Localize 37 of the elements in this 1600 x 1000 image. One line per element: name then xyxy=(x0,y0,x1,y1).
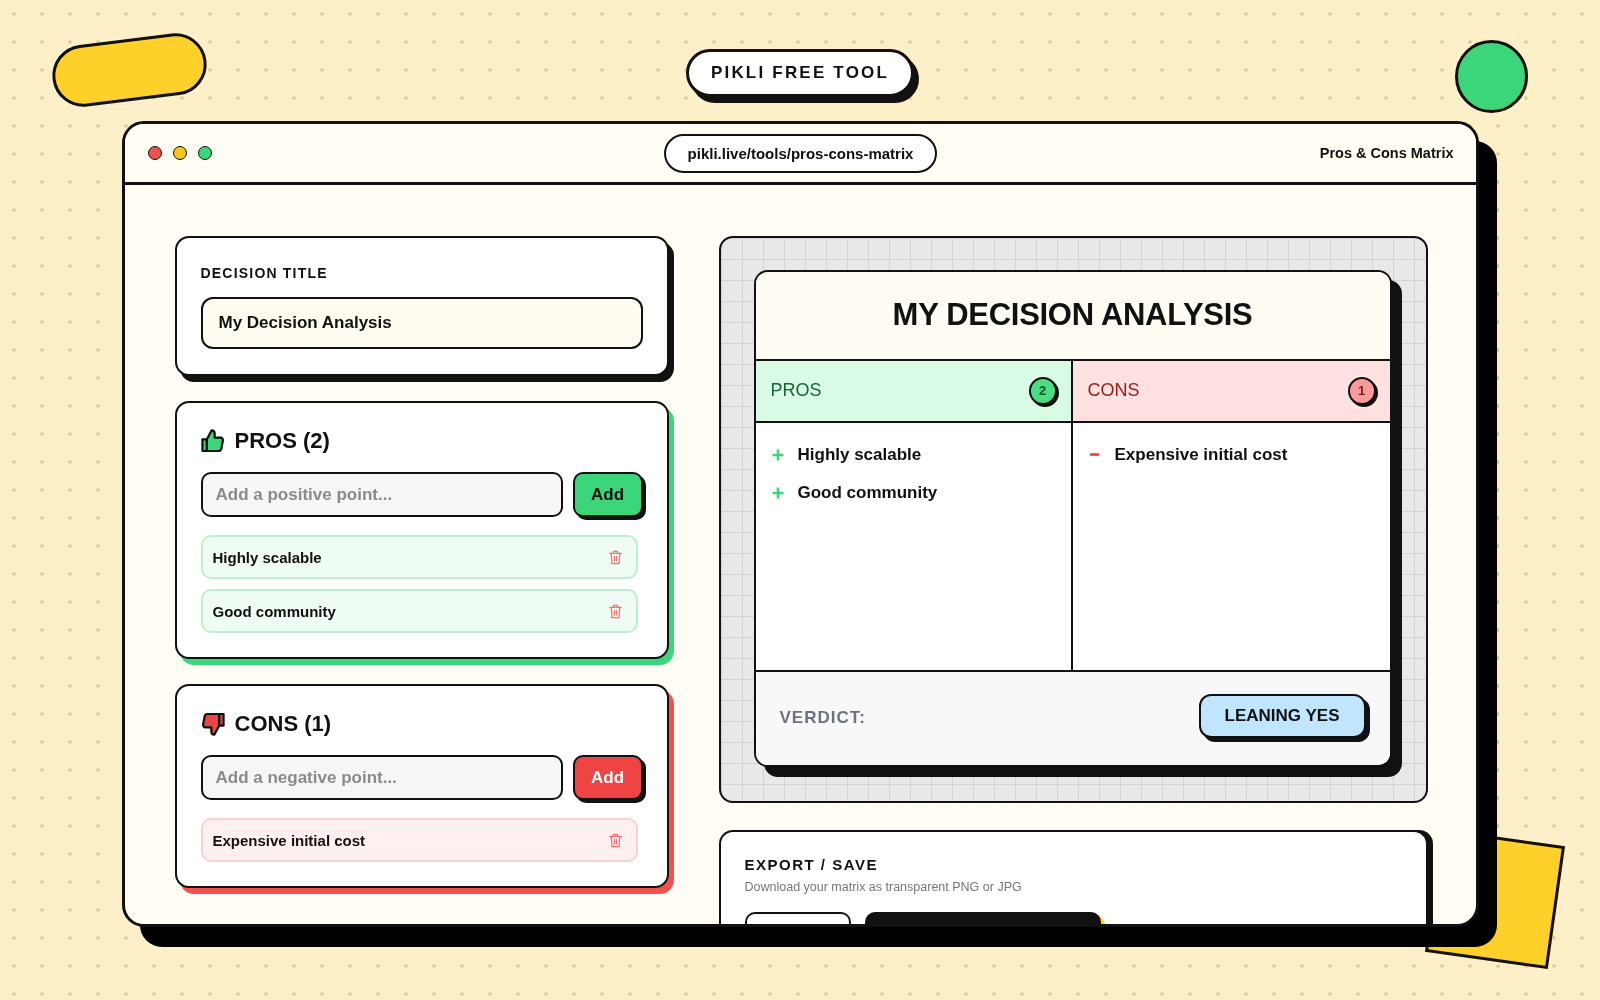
column-heading: PROS xyxy=(770,380,822,402)
matrix-item-text: Expensive initial cost xyxy=(1114,444,1288,465)
matrix-item-text: Highly scalable xyxy=(797,444,922,465)
window-title: Pros & Cons Matrix xyxy=(1319,145,1454,161)
thumbs-down-icon xyxy=(200,712,225,736)
item-text: Good community xyxy=(212,602,336,620)
plus-icon xyxy=(771,486,784,499)
export-title: EXPORT / SAVE xyxy=(744,856,878,873)
minus-icon xyxy=(1090,453,1099,456)
window-dot-icon xyxy=(197,146,212,160)
count-badge: 2 xyxy=(1028,376,1057,405)
item-text: Highly scalable xyxy=(212,548,322,566)
trash-icon[interactable] xyxy=(608,603,622,619)
trash-icon[interactable] xyxy=(608,832,622,848)
column-heading: CONS xyxy=(1087,380,1140,402)
cut-off-button[interactable] xyxy=(864,912,1101,924)
field-label: DECISION TITLE xyxy=(200,265,328,281)
verdict-label: VERDICT: xyxy=(779,708,866,729)
export-description: Download your matrix as transparent PNG or JPG xyxy=(744,879,1022,895)
section-heading: PROS (2) xyxy=(234,428,330,454)
url-bar: pikli.live/tools/pros-cons-matrix xyxy=(663,133,938,173)
plus-icon xyxy=(771,448,784,461)
trash-icon[interactable] xyxy=(608,549,622,565)
point-input[interactable]: Add a negative point... xyxy=(200,755,563,800)
count-badge: 1 xyxy=(1347,376,1376,405)
add-button[interactable]: Add xyxy=(572,755,643,800)
thumbs-up-icon xyxy=(200,429,225,453)
title-input[interactable]: My Decision Analysis xyxy=(200,297,643,349)
item-text: Expensive initial cost xyxy=(212,831,366,849)
window-dot-icon xyxy=(147,146,162,160)
add-button[interactable]: Add xyxy=(572,472,643,517)
cut-off-button[interactable] xyxy=(744,912,851,924)
point-input[interactable]: Add a positive point... xyxy=(200,472,563,517)
matrix-title: MY DECISION ANALYSIS xyxy=(892,297,1253,334)
matrix-item-text: Good community xyxy=(797,482,938,503)
window-dot-icon xyxy=(172,146,187,160)
section-heading: CONS (1) xyxy=(234,711,332,737)
